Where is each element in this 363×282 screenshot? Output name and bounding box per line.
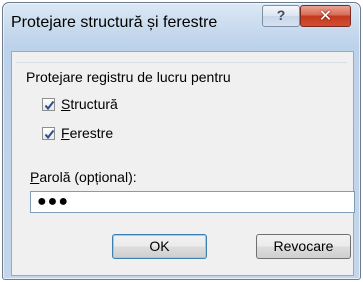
help-icon: ?	[276, 7, 286, 23]
password-label: Parolă (opțional):	[30, 169, 137, 185]
checkmark-icon	[44, 129, 55, 139]
dialog-body: Protejare registru de lucru pentru Struc…	[11, 51, 355, 276]
password-field[interactable]: ●●●	[30, 191, 355, 213]
protect-groupbox: Protejare registru de lucru pentru	[16, 62, 347, 166]
group-label: Protejare registru de lucru pentru	[26, 69, 237, 85]
windows-checkbox-row[interactable]: Ferestre	[42, 124, 113, 142]
structure-checkbox[interactable]	[42, 97, 55, 111]
windows-label: Ferestre	[61, 125, 114, 141]
checkmark-icon	[44, 100, 55, 110]
windows-checkbox[interactable]	[42, 126, 55, 140]
title-bar[interactable]: Protejare structură și ferestre ? ✕	[3, 3, 360, 43]
help-button[interactable]: ?	[262, 5, 300, 27]
dialog-title: Protejare structură și ferestre	[11, 14, 218, 31]
dialog-window: Protejare structură și ferestre ? ✕ Prot…	[2, 2, 361, 280]
structure-label: Structură	[61, 96, 118, 112]
close-icon: ✕	[318, 8, 333, 25]
password-value: ●●●	[37, 193, 69, 210]
ok-button[interactable]: OK	[112, 234, 207, 259]
close-button[interactable]: ✕	[300, 5, 351, 27]
structure-checkbox-row[interactable]: Structură	[42, 95, 118, 113]
cancel-button[interactable]: Revocare	[256, 234, 351, 259]
